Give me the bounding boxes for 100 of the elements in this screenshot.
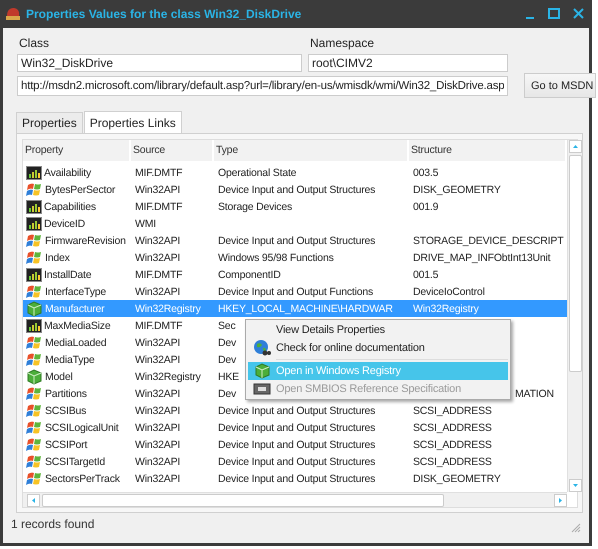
- table-cell: DeviceIoControl: [413, 286, 485, 298]
- table-cell: Dev: [218, 388, 236, 400]
- cubes-icon: [26, 368, 43, 384]
- table-cell: Windows 95/98 Functions: [218, 252, 334, 264]
- windows-logo-icon: [26, 402, 43, 418]
- chart-icon: [26, 166, 42, 180]
- property-name: Index: [45, 252, 70, 264]
- property-name: MediaType: [45, 354, 95, 366]
- table-cell: Win32API: [135, 456, 180, 468]
- table-cell: Device Input and Output Structures: [218, 472, 376, 484]
- globe-icon: [253, 339, 271, 357]
- class-label: Class: [18, 36, 50, 50]
- table-cell: Win32API: [135, 404, 180, 416]
- table-cell: SCSI_ADDRESS: [413, 404, 492, 416]
- table-cell: MIF.DMTF: [135, 166, 182, 178]
- table-cell: Device Input and Output Structures: [218, 184, 376, 196]
- scroll-up-button[interactable]: [568, 140, 582, 153]
- table-cell: Device Input and Output Structures: [218, 422, 376, 434]
- table-cell: Win32API: [135, 388, 180, 400]
- column-header[interactable]: Source: [131, 140, 214, 161]
- table-cell: Win32API: [135, 472, 180, 484]
- windows-logo-icon: [26, 182, 43, 198]
- scrollbar-thumb[interactable]: [42, 494, 444, 506]
- resize-grip-icon[interactable]: [571, 523, 581, 533]
- table-cell: MIF.DMTF: [135, 200, 182, 212]
- menu-item[interactable]: View Details Properties: [248, 321, 508, 339]
- tab[interactable]: Properties: [16, 112, 83, 133]
- table-cell: Win32Registry: [135, 302, 201, 314]
- windows-logo-icon: [26, 436, 43, 452]
- namespace-label: Namespace: [309, 36, 376, 50]
- table-cell: Win32Registry: [135, 370, 201, 382]
- property-name: Manufacturer: [45, 302, 104, 314]
- property-name: InstallDate: [44, 268, 92, 280]
- cubes-icon: [26, 300, 43, 316]
- table-cell: 003.5: [413, 166, 438, 178]
- windows-logo-icon: [26, 386, 43, 402]
- property-name: SectorsPerTrack: [45, 472, 120, 484]
- column-header[interactable]: Type: [214, 140, 409, 161]
- table-cell: Win32API: [135, 438, 180, 450]
- table-cell: Win32API: [135, 184, 180, 196]
- property-name: Availability: [44, 166, 92, 178]
- table-cell: Sec: [218, 320, 236, 332]
- table-cell: Device Input and Output Structures: [218, 438, 376, 450]
- property-name: SCSITargetId: [45, 456, 106, 468]
- helmet-icon: [4, 6, 22, 22]
- property-name: MediaLoaded: [45, 336, 106, 348]
- chart-icon: [26, 200, 42, 214]
- close-button[interactable]: [572, 8, 584, 19]
- property-name: BytesPerSector: [45, 184, 116, 196]
- menu-item[interactable]: Check for online documentation: [248, 339, 508, 357]
- class-field[interactable]: Win32_DiskDrive: [17, 54, 302, 72]
- table-cell: HKEY_LOCAL_MACHINE\HARDWAR: [218, 302, 393, 314]
- property-name: DeviceID: [44, 218, 85, 230]
- property-name: SCSIPort: [45, 438, 88, 450]
- table-cell: STORAGE_DEVICE_DESCRIPT: [413, 234, 564, 246]
- table-cell: 001.9: [413, 200, 438, 212]
- table-cell: Dev: [218, 336, 236, 348]
- chart-icon: [26, 216, 42, 230]
- window-title: Properties Values for the class Win32_DiskDrive: [26, 7, 302, 21]
- table-cell: MATION: [515, 388, 554, 400]
- windows-logo-icon: [26, 232, 43, 248]
- table-cell: Device Input and Output Structures: [218, 456, 376, 468]
- table-cell: SCSI_ADDRESS: [413, 438, 492, 450]
- table-cell: Device Input and Output Structures: [218, 234, 376, 246]
- scroll-left-button[interactable]: [27, 494, 40, 506]
- table-cell: ComponentID: [218, 268, 281, 280]
- tab[interactable]: Properties Links: [84, 111, 182, 133]
- table-cell: Storage Devices: [218, 200, 292, 212]
- property-name: SCSIBus: [45, 404, 86, 416]
- table-cell: HKE: [218, 370, 239, 382]
- column-header[interactable]: Property: [23, 140, 131, 161]
- table-cell: Win32API: [135, 354, 180, 366]
- windows-logo-icon: [26, 352, 43, 368]
- table-cell: DISK_GEOMETRY: [413, 184, 501, 196]
- property-name: SCSILogicalUnit: [45, 422, 118, 434]
- table-cell: Win32API: [135, 286, 180, 298]
- property-name: InterfaceType: [45, 286, 106, 298]
- namespace-field[interactable]: root\CIMV2: [308, 54, 508, 72]
- go-to-msdn-button[interactable]: Go to MSDN: [524, 73, 596, 98]
- chart-icon: [26, 268, 42, 282]
- maximize-button[interactable]: [548, 8, 560, 19]
- windows-logo-icon: [26, 470, 43, 486]
- table-cell: Win32Registry: [413, 302, 479, 314]
- table-cell: SCSI_ADDRESS: [413, 456, 492, 468]
- table-cell: MIF.DMTF: [135, 320, 182, 332]
- table-cell: MIF.DMTF: [135, 268, 182, 280]
- property-name: MaxMediaSize: [44, 320, 110, 332]
- property-name: Partitions: [45, 388, 87, 400]
- scroll-down-button[interactable]: [568, 479, 582, 492]
- windows-logo-icon: [26, 454, 43, 470]
- table-cell: SCSI_ADDRESS: [413, 422, 492, 434]
- url-field[interactable]: http://msdn2.microsoft.com/library/default.asp?url=/library/en-us/wmisdk/wmi/Win32_DiskDrive.asp: [17, 76, 508, 96]
- table-cell: Win32API: [135, 336, 180, 348]
- scrollbar-thumb[interactable]: [568, 155, 582, 372]
- windows-logo-icon: [26, 250, 43, 266]
- windows-logo-icon: [26, 334, 43, 350]
- windows-logo-icon: [26, 420, 43, 436]
- table-cell: Win32API: [135, 422, 180, 434]
- scroll-right-button[interactable]: [554, 494, 567, 506]
- table-cell: Device Input and Output Functions: [218, 286, 374, 298]
